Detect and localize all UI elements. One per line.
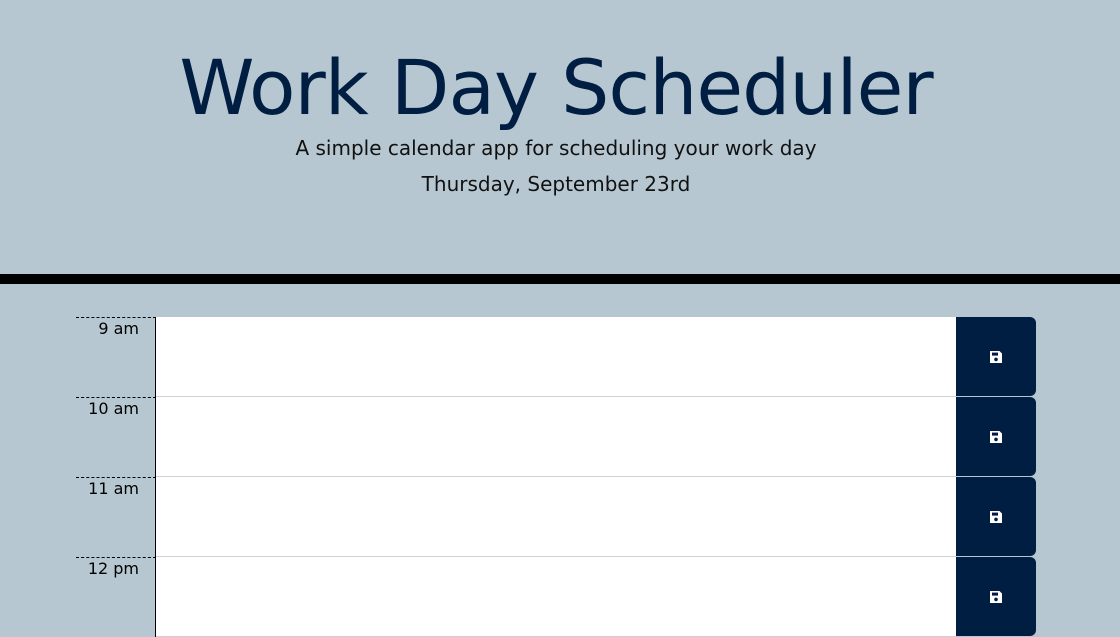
time-block: 12 pm bbox=[76, 557, 1036, 637]
page-subtitle: A simple calendar app for scheduling you… bbox=[295, 136, 817, 160]
save-button[interactable] bbox=[956, 557, 1036, 636]
time-block: 10 am bbox=[76, 397, 1036, 477]
save-icon bbox=[990, 350, 1002, 363]
current-day: Thursday, September 23rd bbox=[421, 172, 691, 196]
hour-label: 10 am bbox=[76, 397, 156, 477]
save-button[interactable] bbox=[956, 397, 1036, 476]
hour-label: 11 am bbox=[76, 477, 156, 557]
event-description-input[interactable] bbox=[156, 397, 956, 477]
event-description-input[interactable] bbox=[156, 557, 956, 637]
save-button[interactable] bbox=[956, 317, 1036, 396]
header: Work Day Scheduler A simple calendar app… bbox=[0, 0, 1120, 274]
time-block: 9 am bbox=[76, 317, 1036, 397]
event-description-input[interactable] bbox=[156, 477, 956, 557]
time-block: 11 am bbox=[76, 477, 1036, 557]
save-icon bbox=[990, 510, 1002, 523]
save-icon bbox=[990, 430, 1002, 443]
event-description-input[interactable] bbox=[156, 317, 956, 397]
hour-label: 9 am bbox=[76, 317, 156, 397]
header-divider bbox=[0, 274, 1120, 284]
time-block-list: 9 am 10 am 11 am 12 pm bbox=[76, 317, 1036, 637]
page-title: Work Day Scheduler bbox=[179, 43, 933, 132]
save-button[interactable] bbox=[956, 477, 1036, 556]
hour-label: 12 pm bbox=[76, 557, 156, 637]
save-icon bbox=[990, 590, 1002, 603]
